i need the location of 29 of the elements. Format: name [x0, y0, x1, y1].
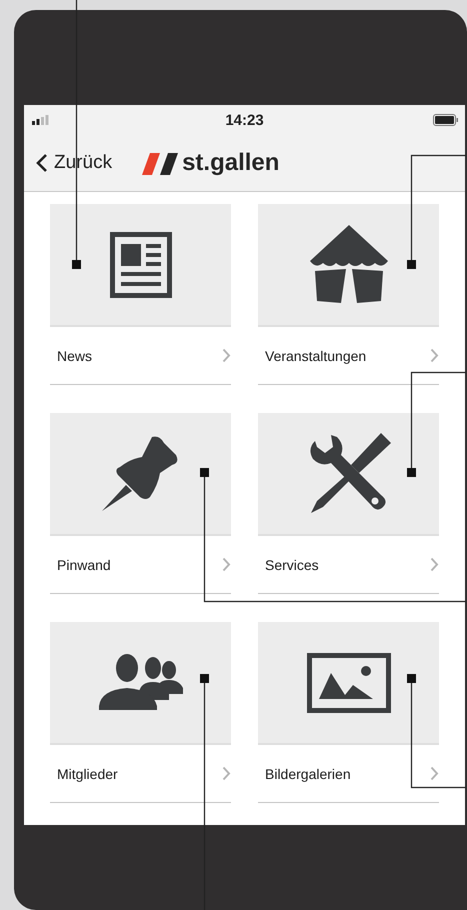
newspaper-icon: [110, 232, 172, 298]
picture-icon: [306, 652, 390, 712]
chevron-right-icon: [222, 348, 231, 363]
status-time: 14:23: [224, 112, 265, 128]
tile-image-panel[interactable]: [258, 622, 439, 745]
pushpin-icon: [102, 434, 180, 512]
slashes-logo-icon: [142, 153, 180, 175]
logo-text: st.gallen: [182, 151, 280, 175]
back-chevron-icon: [36, 153, 48, 173]
chevron-right-icon: [430, 766, 439, 781]
signal-icon: [32, 115, 50, 125]
tile-link[interactable]: Pinwand: [50, 536, 231, 594]
chevron-right-icon: [222, 557, 231, 572]
chevron-right-icon: [430, 557, 439, 572]
battery-icon: [433, 114, 459, 126]
tile-link[interactable]: News: [50, 327, 231, 385]
tile-image-panel[interactable]: [50, 204, 231, 327]
tile-link[interactable]: Services: [258, 536, 439, 594]
tile-image-panel[interactable]: [258, 413, 439, 536]
tile-link[interactable]: Bildergalerien: [258, 745, 439, 803]
tile-link[interactable]: Veranstaltungen: [258, 327, 439, 385]
tile-image-panel[interactable]: [50, 622, 231, 745]
tile-link[interactable]: Mitglieder: [50, 745, 231, 803]
tent-icon: [308, 224, 388, 304]
tile-image-panel[interactable]: [50, 413, 231, 536]
chevron-right-icon: [430, 348, 439, 363]
tile-image-panel[interactable]: [258, 204, 439, 327]
chevron-right-icon: [222, 766, 231, 781]
people-group-icon: [98, 654, 182, 712]
